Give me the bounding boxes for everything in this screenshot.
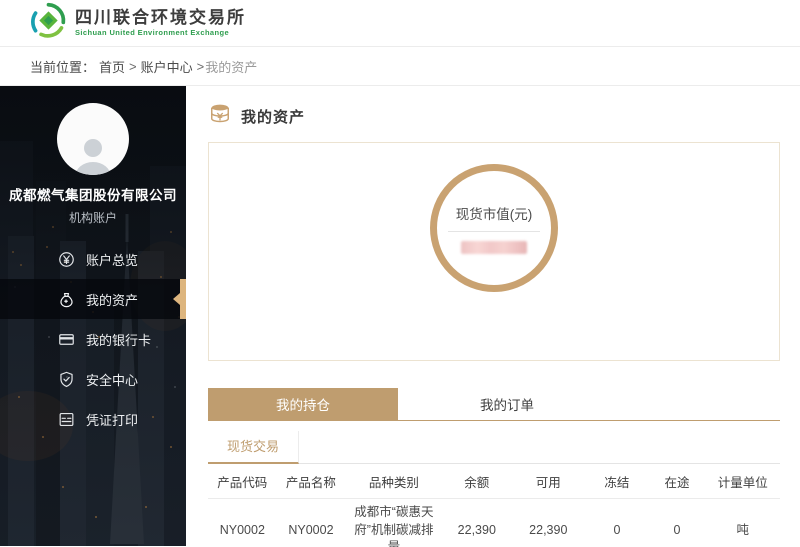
cell-unit: 吨 xyxy=(706,499,780,547)
coins-icon xyxy=(208,103,232,130)
cell-product-name: NY0002 xyxy=(277,499,346,547)
sidebar-item-my-assets[interactable]: 我的资产 xyxy=(0,279,186,319)
sidebar-item-account-overview[interactable]: 账户总览 xyxy=(0,239,186,279)
cell-balance: 22,390 xyxy=(442,499,511,547)
circle-divider xyxy=(448,231,540,232)
breadcrumb-section-link[interactable]: 账户中心 xyxy=(141,57,193,76)
money-bag-icon xyxy=(57,290,76,309)
receipt-icon xyxy=(57,410,76,429)
active-indicator-arrow xyxy=(173,293,180,305)
page-title-row: 我的资产 xyxy=(208,104,780,128)
redacted-value xyxy=(461,241,527,254)
breadcrumb: 当前位置： 首页 > 账户中心 > 我的资产 xyxy=(0,47,800,86)
active-indicator-bar xyxy=(180,279,186,319)
page: 四川联合环境交易所 Sichuan United Environment Exc… xyxy=(0,0,800,547)
logo-title: 四川联合环境交易所 xyxy=(75,8,246,28)
col-unit: 计量单位 xyxy=(706,464,780,499)
breadcrumb-home-link[interactable]: 首页 xyxy=(99,57,125,76)
account-sidebar: 成都燃气集团股份有限公司 机构账户 账户总览 xyxy=(0,86,186,546)
yuan-circle-icon xyxy=(57,250,76,269)
subtab-row: 现货交易 xyxy=(208,431,780,464)
col-variety-category: 品种类别 xyxy=(345,464,442,499)
col-product-code: 产品代码 xyxy=(208,464,277,499)
breadcrumb-separator: > xyxy=(197,59,205,74)
sidebar-item-bank-card[interactable]: 我的银行卡 xyxy=(0,319,186,359)
cell-frozen: 0 xyxy=(585,499,648,547)
sidebar-item-voucher-print[interactable]: 凭证打印 xyxy=(0,399,186,439)
shield-check-icon xyxy=(57,370,76,389)
sidebar-item-security-center[interactable]: 安全中心 xyxy=(0,359,186,399)
cell-in-transit: 0 xyxy=(648,499,705,547)
breadcrumb-current: 我的资产 xyxy=(205,57,257,76)
cell-available: 22,390 xyxy=(511,499,585,547)
breadcrumb-label: 当前位置： xyxy=(30,57,95,76)
breadcrumb-separator: > xyxy=(129,59,137,74)
col-available: 可用 xyxy=(511,464,585,499)
table-header-row: 产品代码 产品名称 品种类别 余额 可用 冻结 在途 计量单位 xyxy=(208,464,780,499)
exchange-logo-icon xyxy=(30,2,67,44)
spot-market-value-circle: 现货市值(元) xyxy=(430,164,558,292)
sidebar-item-label: 我的资产 xyxy=(86,290,138,309)
account-type: 机构账户 xyxy=(0,209,186,226)
subtab-spot-trading[interactable]: 现货交易 xyxy=(208,431,299,464)
bank-card-icon xyxy=(57,330,76,349)
spot-market-value-label: 现货市值(元) xyxy=(456,203,533,223)
asset-summary-panel: 现货市值(元) xyxy=(208,142,780,361)
page-title: 我的资产 xyxy=(241,106,305,127)
logo-subtitle: Sichuan United Environment Exchange xyxy=(75,29,246,38)
holdings-table: 产品代码 产品名称 品种类别 余额 可用 冻结 在途 计量单位 NY0002 N… xyxy=(208,464,780,547)
table-row: NY0002 NY0002 成都市“碳惠天府”机制碳减排量 22,390 22,… xyxy=(208,499,780,547)
site-header: 四川联合环境交易所 Sichuan United Environment Exc… xyxy=(0,0,800,47)
sidebar-item-label: 我的银行卡 xyxy=(86,330,151,349)
sidebar-item-label: 账户总览 xyxy=(86,250,138,269)
company-name: 成都燃气集团股份有限公司 xyxy=(0,184,186,204)
col-product-name: 产品名称 xyxy=(277,464,346,499)
sidebar-item-label: 凭证打印 xyxy=(86,410,138,429)
tab-my-holdings[interactable]: 我的持仓 xyxy=(208,388,398,420)
col-in-transit: 在途 xyxy=(648,464,705,499)
sidebar-menu: 账户总览 我的资产 xyxy=(0,239,186,439)
tab-my-orders[interactable]: 我的订单 xyxy=(398,388,616,420)
col-frozen: 冻结 xyxy=(585,464,648,499)
col-balance: 余额 xyxy=(442,464,511,499)
cell-variety-category: 成都市“碳惠天府”机制碳减排量 xyxy=(345,499,442,547)
holdings-orders-tabs: 我的持仓 我的订单 xyxy=(208,388,780,421)
avatar xyxy=(57,103,129,175)
main-content: 我的资产 现货市值(元) 我的持仓 我的订单 现货交易 产品代码 xyxy=(186,86,800,546)
site-logo[interactable]: 四川联合环境交易所 Sichuan United Environment Exc… xyxy=(30,2,246,44)
sidebar-item-label: 安全中心 xyxy=(86,370,138,389)
cell-product-code: NY0002 xyxy=(208,499,277,547)
